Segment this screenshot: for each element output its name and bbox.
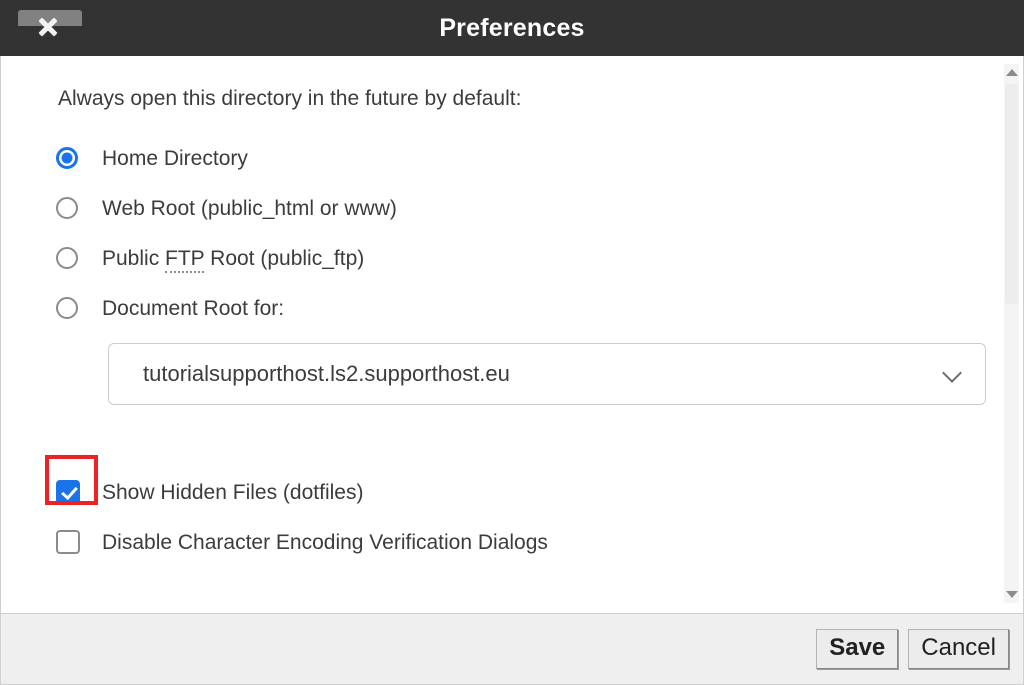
dialog-titlebar: Preferences: [0, 0, 1024, 56]
checkbox-show-hidden-files[interactable]: [56, 480, 80, 505]
checkbox-label-show-hidden-files: Show Hidden Files (dotfiles): [102, 480, 364, 504]
radio-public-ftp-root[interactable]: [56, 247, 78, 270]
default-directory-radio-group: Home Directory Web Root (public_html or …: [56, 133, 1001, 333]
radio-label-public-ftp-root-suffix: Root (public_ftp): [204, 246, 365, 270]
dialog-title: Preferences: [439, 13, 585, 42]
document-root-select[interactable]: tutorialsupporthost.ls2.supporthost.eu: [108, 343, 986, 406]
radio-option-web-root[interactable]: Web Root (public_html or www): [56, 183, 1001, 233]
cancel-button[interactable]: Cancel: [908, 629, 1009, 669]
save-button[interactable]: Save: [816, 629, 899, 669]
checkbox-row-show-hidden-files[interactable]: Show Hidden Files (dotfiles): [45, 455, 1001, 517]
radio-option-document-root[interactable]: Document Root for:: [56, 283, 1001, 333]
document-root-select-value: tutorialsupporthost.ls2.supporthost.eu: [143, 360, 510, 386]
radio-option-home-directory[interactable]: Home Directory: [56, 133, 1001, 183]
close-icon: [35, 14, 61, 40]
radio-home-directory[interactable]: [56, 147, 78, 170]
dialog-content: Always open this directory in the future…: [1, 56, 1001, 613]
radio-label-document-root: Document Root for:: [102, 296, 285, 320]
content-scrollbar[interactable]: [1004, 64, 1019, 603]
checkbox-label-disable-encoding-dialogs: Disable Character Encoding Verification …: [102, 530, 548, 554]
checkbox-disable-encoding-dialogs[interactable]: [56, 530, 80, 555]
close-button[interactable]: [12, 2, 84, 48]
radio-label-home-directory: Home Directory: [102, 146, 248, 170]
dialog-footer: Save Cancel: [0, 613, 1024, 685]
radio-web-root[interactable]: [56, 197, 78, 220]
triangle-up-icon[interactable]: [1005, 69, 1018, 76]
preferences-dialog: Preferences Always open this directory i…: [0, 0, 1024, 685]
radio-label-public-ftp-root: Public FTP Root (public_ftp): [102, 246, 365, 273]
radio-document-root[interactable]: [56, 297, 78, 320]
options-checkbox-group: Show Hidden Files (dotfiles) Disable Cha…: [45, 455, 1001, 567]
abbr-ftp: FTP: [165, 246, 205, 273]
dialog-content-area: Always open this directory in the future…: [0, 56, 1024, 613]
scrollbar-thumb[interactable]: [1005, 84, 1018, 304]
triangle-down-icon[interactable]: [1005, 591, 1018, 598]
chevron-down-icon: [943, 364, 963, 384]
intro-text: Always open this directory in the future…: [58, 87, 522, 110]
radio-label-web-root: Web Root (public_html or www): [102, 196, 397, 220]
radio-option-public-ftp-root[interactable]: Public FTP Root (public_ftp): [56, 233, 1001, 283]
radio-label-public-ftp-root-prefix: Public: [102, 246, 166, 270]
checkbox-row-disable-encoding-dialogs[interactable]: Disable Character Encoding Verification …: [56, 517, 1001, 567]
